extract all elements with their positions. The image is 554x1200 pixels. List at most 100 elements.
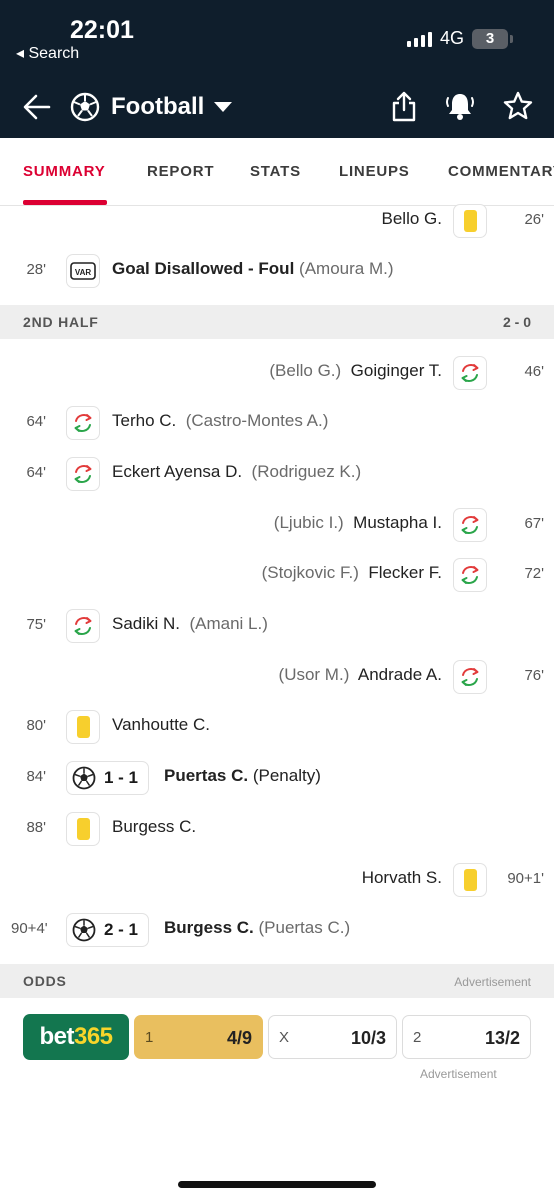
yellow-card-icon xyxy=(66,812,100,846)
event-minute: 64' xyxy=(26,464,46,481)
bet365-logo[interactable]: bet365 xyxy=(23,1014,129,1060)
player-out: (Rodriguez K.) xyxy=(251,462,362,481)
share-icon[interactable] xyxy=(390,90,418,122)
player-name: Burgess C. xyxy=(112,817,197,836)
status-time: 22:01 xyxy=(70,16,134,44)
football-icon xyxy=(70,92,100,122)
app-header: 22:01 ◂ Search 4G 3 Football xyxy=(0,0,554,138)
favorite-star-icon[interactable] xyxy=(502,90,534,122)
goal-score: 2 - 1 xyxy=(104,920,139,939)
player-out: (Amani L.) xyxy=(189,614,268,633)
player-in: Mustapha I. xyxy=(353,513,442,532)
status-indicators: 4G 3 xyxy=(406,28,513,49)
tab-summary[interactable]: SUMMARY xyxy=(23,163,106,180)
advertisement-label: Advertisement xyxy=(420,1067,497,1081)
event-title: Goal Disallowed - Foul xyxy=(112,259,295,278)
event-minute: 75' xyxy=(26,616,46,633)
player-out: (Castro-Montes A.) xyxy=(185,411,329,430)
player-in: Eckert Ayensa D. xyxy=(112,462,243,481)
event-row: Horvath S. 90+1' xyxy=(0,855,554,905)
odds-home-win[interactable]: 1 4/9 xyxy=(134,1015,263,1059)
event-row: 80' Vanhoutte C. xyxy=(0,702,554,752)
odds-key: 1 xyxy=(145,1029,154,1046)
event-row: 75' Sadiki N. (Amani L.) xyxy=(0,601,554,651)
event-minute: 90+4' xyxy=(11,920,48,937)
player-in: Terho C. xyxy=(112,411,177,430)
football-icon xyxy=(72,766,96,790)
yellow-card-icon xyxy=(453,863,487,897)
back-arrow-icon[interactable] xyxy=(22,92,52,122)
status-back-to-search[interactable]: ◂ Search xyxy=(16,43,79,63)
goal-score: 1 - 1 xyxy=(104,768,139,787)
battery-icon: 3 xyxy=(472,28,513,49)
substitution-icon xyxy=(453,660,487,694)
substitution-icon xyxy=(66,406,100,440)
chevron-down-icon[interactable] xyxy=(214,102,232,112)
event-minute: 28' xyxy=(26,261,46,278)
yellow-card-icon xyxy=(453,204,487,238)
event-minute: 76' xyxy=(524,667,544,684)
event-minute: 90+1' xyxy=(507,870,544,887)
football-icon xyxy=(72,918,96,942)
section-label: ODDS xyxy=(23,973,67,989)
event-minute: 80' xyxy=(26,717,46,734)
odds-key: X xyxy=(279,1029,290,1046)
event-row: 88' Burgess C. xyxy=(0,804,554,854)
event-minute: 67' xyxy=(524,515,544,532)
odds-away-win[interactable]: 2 13/2 xyxy=(402,1015,531,1059)
event-row: (Ljubic I.) Mustapha I. 67' xyxy=(0,500,554,550)
event-minute: 84' xyxy=(26,768,46,785)
sport-selector-title[interactable]: Football xyxy=(111,92,204,122)
notification-bell-icon[interactable] xyxy=(444,90,476,122)
substitution-icon xyxy=(453,356,487,390)
advertisement-label: Advertisement xyxy=(454,975,531,989)
event-row: 84' 1 - 1 Puertas C. (Penalty) xyxy=(0,753,554,803)
substitution-icon xyxy=(66,457,100,491)
tab-report[interactable]: REPORT xyxy=(147,163,214,180)
goal-scorer: Puertas C. xyxy=(164,766,249,785)
half-score: 2 - 0 xyxy=(502,314,531,330)
tab-commentary[interactable]: COMMENTARY xyxy=(448,163,554,180)
goal-detail: (Penalty) xyxy=(252,766,321,785)
event-minute: 64' xyxy=(26,413,46,430)
player-in: Andrade A. xyxy=(357,665,442,684)
player-name: (Amoura M.) xyxy=(299,259,394,278)
substitution-icon xyxy=(66,609,100,643)
event-minute: 46' xyxy=(524,363,544,380)
event-row: Bello G. 26' xyxy=(0,196,554,246)
tab-lineups[interactable]: LINEUPS xyxy=(339,163,410,180)
player-name: Vanhoutte C. xyxy=(112,715,210,734)
home-indicator[interactable] xyxy=(178,1181,376,1188)
odds-draw[interactable]: X 10/3 xyxy=(268,1015,397,1059)
player-out: (Stojkovic F.) xyxy=(261,563,359,582)
network-type: 4G xyxy=(439,28,464,48)
event-row: 90+4' 2 - 1 Burgess C. (Puertas C.) xyxy=(0,905,554,955)
event-row: (Stojkovic F.) Flecker F. 72' xyxy=(0,550,554,600)
player-out: (Usor M.) xyxy=(278,665,350,684)
player-in: Sadiki N. xyxy=(112,614,181,633)
yellow-card-icon xyxy=(66,710,100,744)
event-row: 64' Terho C. (Castro-Montes A.) xyxy=(0,398,554,448)
substitution-icon xyxy=(453,508,487,542)
section-label: 2ND HALF xyxy=(23,314,99,330)
odds-key: 2 xyxy=(413,1029,422,1046)
player-name: Horvath S. xyxy=(361,868,442,887)
var-icon: VAR xyxy=(66,254,100,288)
substitution-icon xyxy=(453,558,487,592)
tab-stats[interactable]: STATS xyxy=(250,163,301,180)
odds-value: 13/2 xyxy=(484,1028,520,1048)
event-row: (Bello G.) Goiginger T. 46' xyxy=(0,348,554,398)
event-row: (Usor M.) Andrade A. 76' xyxy=(0,652,554,702)
odds-value: 10/3 xyxy=(350,1028,386,1048)
goal-score-box: 1 - 1 xyxy=(66,761,150,795)
event-row: 28' VAR Goal Disallowed - Foul (Amoura M… xyxy=(0,246,554,296)
player-in: Goiginger T. xyxy=(350,361,442,380)
signal-icon xyxy=(406,31,432,47)
odds-header: ODDS Advertisement xyxy=(0,964,554,998)
second-half-header: 2ND HALF 2 - 0 xyxy=(0,305,554,339)
goal-assist: (Puertas C.) xyxy=(258,918,351,937)
player-out: (Bello G.) xyxy=(269,361,342,380)
player-name: Bello G. xyxy=(381,209,442,228)
event-minute: 88' xyxy=(26,819,46,836)
player-out: (Ljubic I.) xyxy=(273,513,344,532)
